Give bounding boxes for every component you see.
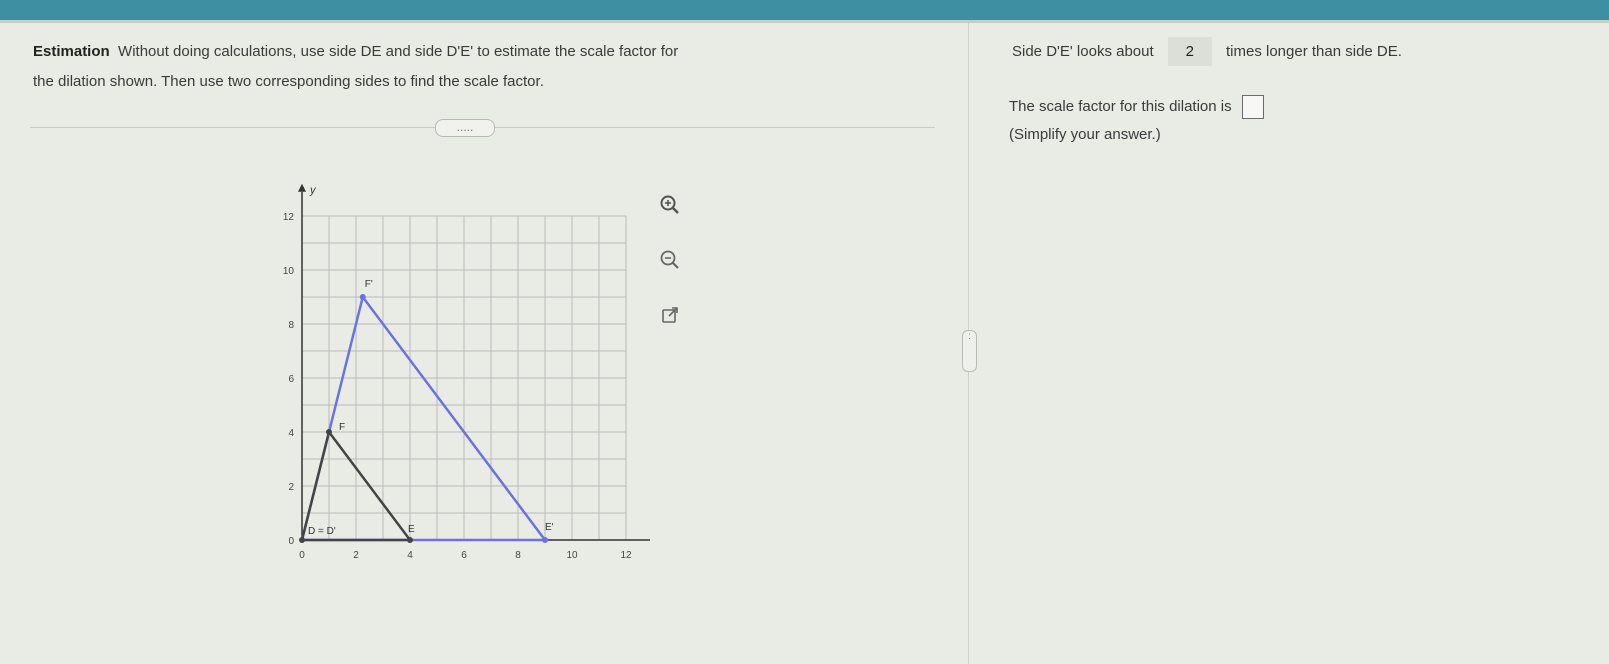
point-label-f-prime: F' [365, 279, 373, 290]
point-f-prime [359, 294, 366, 300]
point-label-e-prime: E' [545, 522, 554, 533]
zoom-in-icon [660, 195, 679, 214]
x-tick-label: 2 [353, 550, 359, 561]
x-tick-label: 8 [515, 550, 521, 561]
open-in-new-window-button[interactable] [655, 300, 685, 330]
x-tick-label: 10 [566, 550, 578, 561]
problem-line-1: Estimation Without doing calculations, u… [33, 37, 933, 67]
point-e [407, 537, 413, 543]
point-label-d: D = D' [308, 526, 336, 537]
graph-grid [301, 215, 627, 541]
y-tick-label: 10 [283, 266, 295, 277]
expand-button[interactable]: ..... [435, 119, 495, 137]
y-tick-label: 2 [288, 482, 294, 493]
x-tick-label: 4 [407, 550, 413, 561]
separator-right [495, 127, 935, 128]
x-tick-label: 6 [461, 550, 467, 561]
question-pane: Estimation Without doing calculations, u… [0, 23, 968, 664]
y-tick-label: 0 [288, 536, 294, 547]
problem-text-1: Without doing calculations, use side DE … [118, 43, 679, 60]
problem-text-2: the dilation shown. Then use two corresp… [33, 73, 544, 90]
y-axis-label: y [309, 185, 317, 197]
external-link-icon [662, 307, 678, 323]
scale-factor-input[interactable] [1241, 95, 1264, 119]
graph-tick-labels: 0 2 4 6 8 10 12 0 2 4 6 8 10 12 [283, 212, 632, 561]
top-bar [0, 0, 1609, 20]
estimate-prefix: Side D'E' looks about [1012, 43, 1154, 60]
estimate-suffix: times longer than side DE. [1226, 43, 1402, 60]
y-tick-label: 12 [283, 212, 295, 223]
scale-factor-row: The scale factor for this dilation is [1009, 95, 1264, 119]
image-triangle-def-prime [300, 294, 548, 542]
answer-pane: Side D'E' looks about 2 times longer tha… [969, 23, 1609, 664]
zoom-in-button[interactable] [655, 190, 685, 220]
estimate-answer-field[interactable]: 2 [1167, 37, 1212, 66]
graph-triangles [299, 294, 548, 543]
y-tick-label: 8 [288, 320, 294, 331]
point-label-f: F [339, 422, 345, 433]
separator-left [30, 127, 435, 128]
problem-statement: Estimation Without doing calculations, u… [33, 37, 933, 97]
point-f [326, 429, 332, 435]
point-label-e: E [408, 524, 415, 535]
x-tick-label: 12 [620, 550, 632, 561]
zoom-out-icon [660, 250, 679, 269]
point-d [299, 537, 305, 543]
x-tick-label: 0 [299, 550, 305, 561]
estimate-row: Side D'E' looks about 2 times longer tha… [1012, 37, 1402, 66]
coordinate-graph: xy 0 2 4 6 8 10 12 0 2 4 6 8 10 12 D = D' E F E' F' [283, 183, 650, 561]
graph-axes: xy [298, 183, 650, 541]
problem-label: Estimation [33, 43, 110, 60]
graph-point-labels: D = D' E F E' F' [308, 279, 554, 537]
zoom-out-button[interactable] [655, 245, 685, 275]
y-tick-label: 4 [288, 428, 294, 439]
point-e-prime [542, 537, 548, 543]
simplify-hint: (Simplify your answer.) [1009, 126, 1161, 143]
y-axis-arrow [298, 183, 306, 192]
y-tick-label: 6 [288, 374, 294, 385]
scale-factor-prefix: The scale factor for this dilation is [1009, 97, 1232, 115]
